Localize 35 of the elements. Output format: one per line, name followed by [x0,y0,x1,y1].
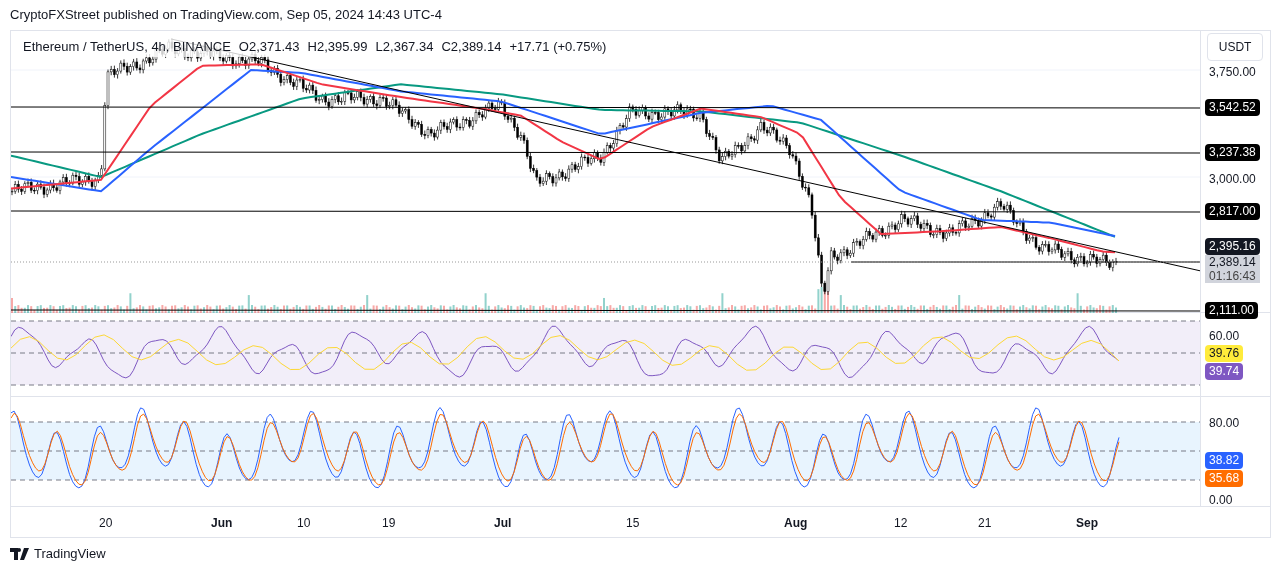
time-axis-label: 19 [382,515,396,532]
time-axis-label: Jul [494,515,512,532]
currency-button[interactable]: USDT [1207,33,1264,61]
price-level-label: 2,111.00 [1205,302,1258,319]
brand-name: TradingView [34,545,106,563]
time-axis-label: Aug [784,515,808,532]
stochastic-axis-label: 80.00 [1209,415,1240,432]
time-axis-label: 10 [297,515,311,532]
time-axis-label: 12 [894,515,908,532]
price-level-label: 3,542.52 [1205,99,1260,116]
price-level-label: 3,237.38 [1205,144,1260,161]
last-price-label: 2,389.14 01:16:43 [1205,255,1260,283]
price-axis-label: 3,750.00 [1209,64,1256,81]
ohlc-value: C2,389.14 [441,38,502,56]
moving-average-label: 2,395.16 [1205,238,1260,255]
publish-info: CryptoFXStreet published on TradingView.com, Sep 05, 2024 14:43 UTC-4 [10,6,442,25]
ohlc-value: H2,395.99 [307,38,368,56]
stochastic-value-label: 35.68 [1205,470,1244,487]
symbol-title: Ethereum / TetherUS, 4h, BINANCE [23,38,231,56]
stochastic-axis-label: 0.00 [1209,492,1233,509]
price-level-label: 2,817.00 [1205,203,1260,220]
tradingview-logo-icon [10,547,30,560]
time-axis-label: 21 [978,515,992,532]
ohlc-value: +17.71 (+0.75%) [509,38,607,56]
ohlc-value: O2,371.43 [238,38,300,56]
rsi-value-label: 39.76 [1205,345,1244,362]
rsi-value-label: 39.74 [1205,363,1244,380]
time-axis-label: 20 [99,515,113,532]
time-axis-label: Jun [211,515,233,532]
stochastic-value-label: 38.82 [1205,452,1244,469]
rsi-axis-label: 60.00 [1209,328,1240,345]
ohlc-value: L2,367.34 [375,38,434,56]
time-axis-label: 15 [626,515,640,532]
time-axis-label: Sep [1076,515,1098,532]
price-axis-label: 3,000.00 [1209,171,1256,188]
